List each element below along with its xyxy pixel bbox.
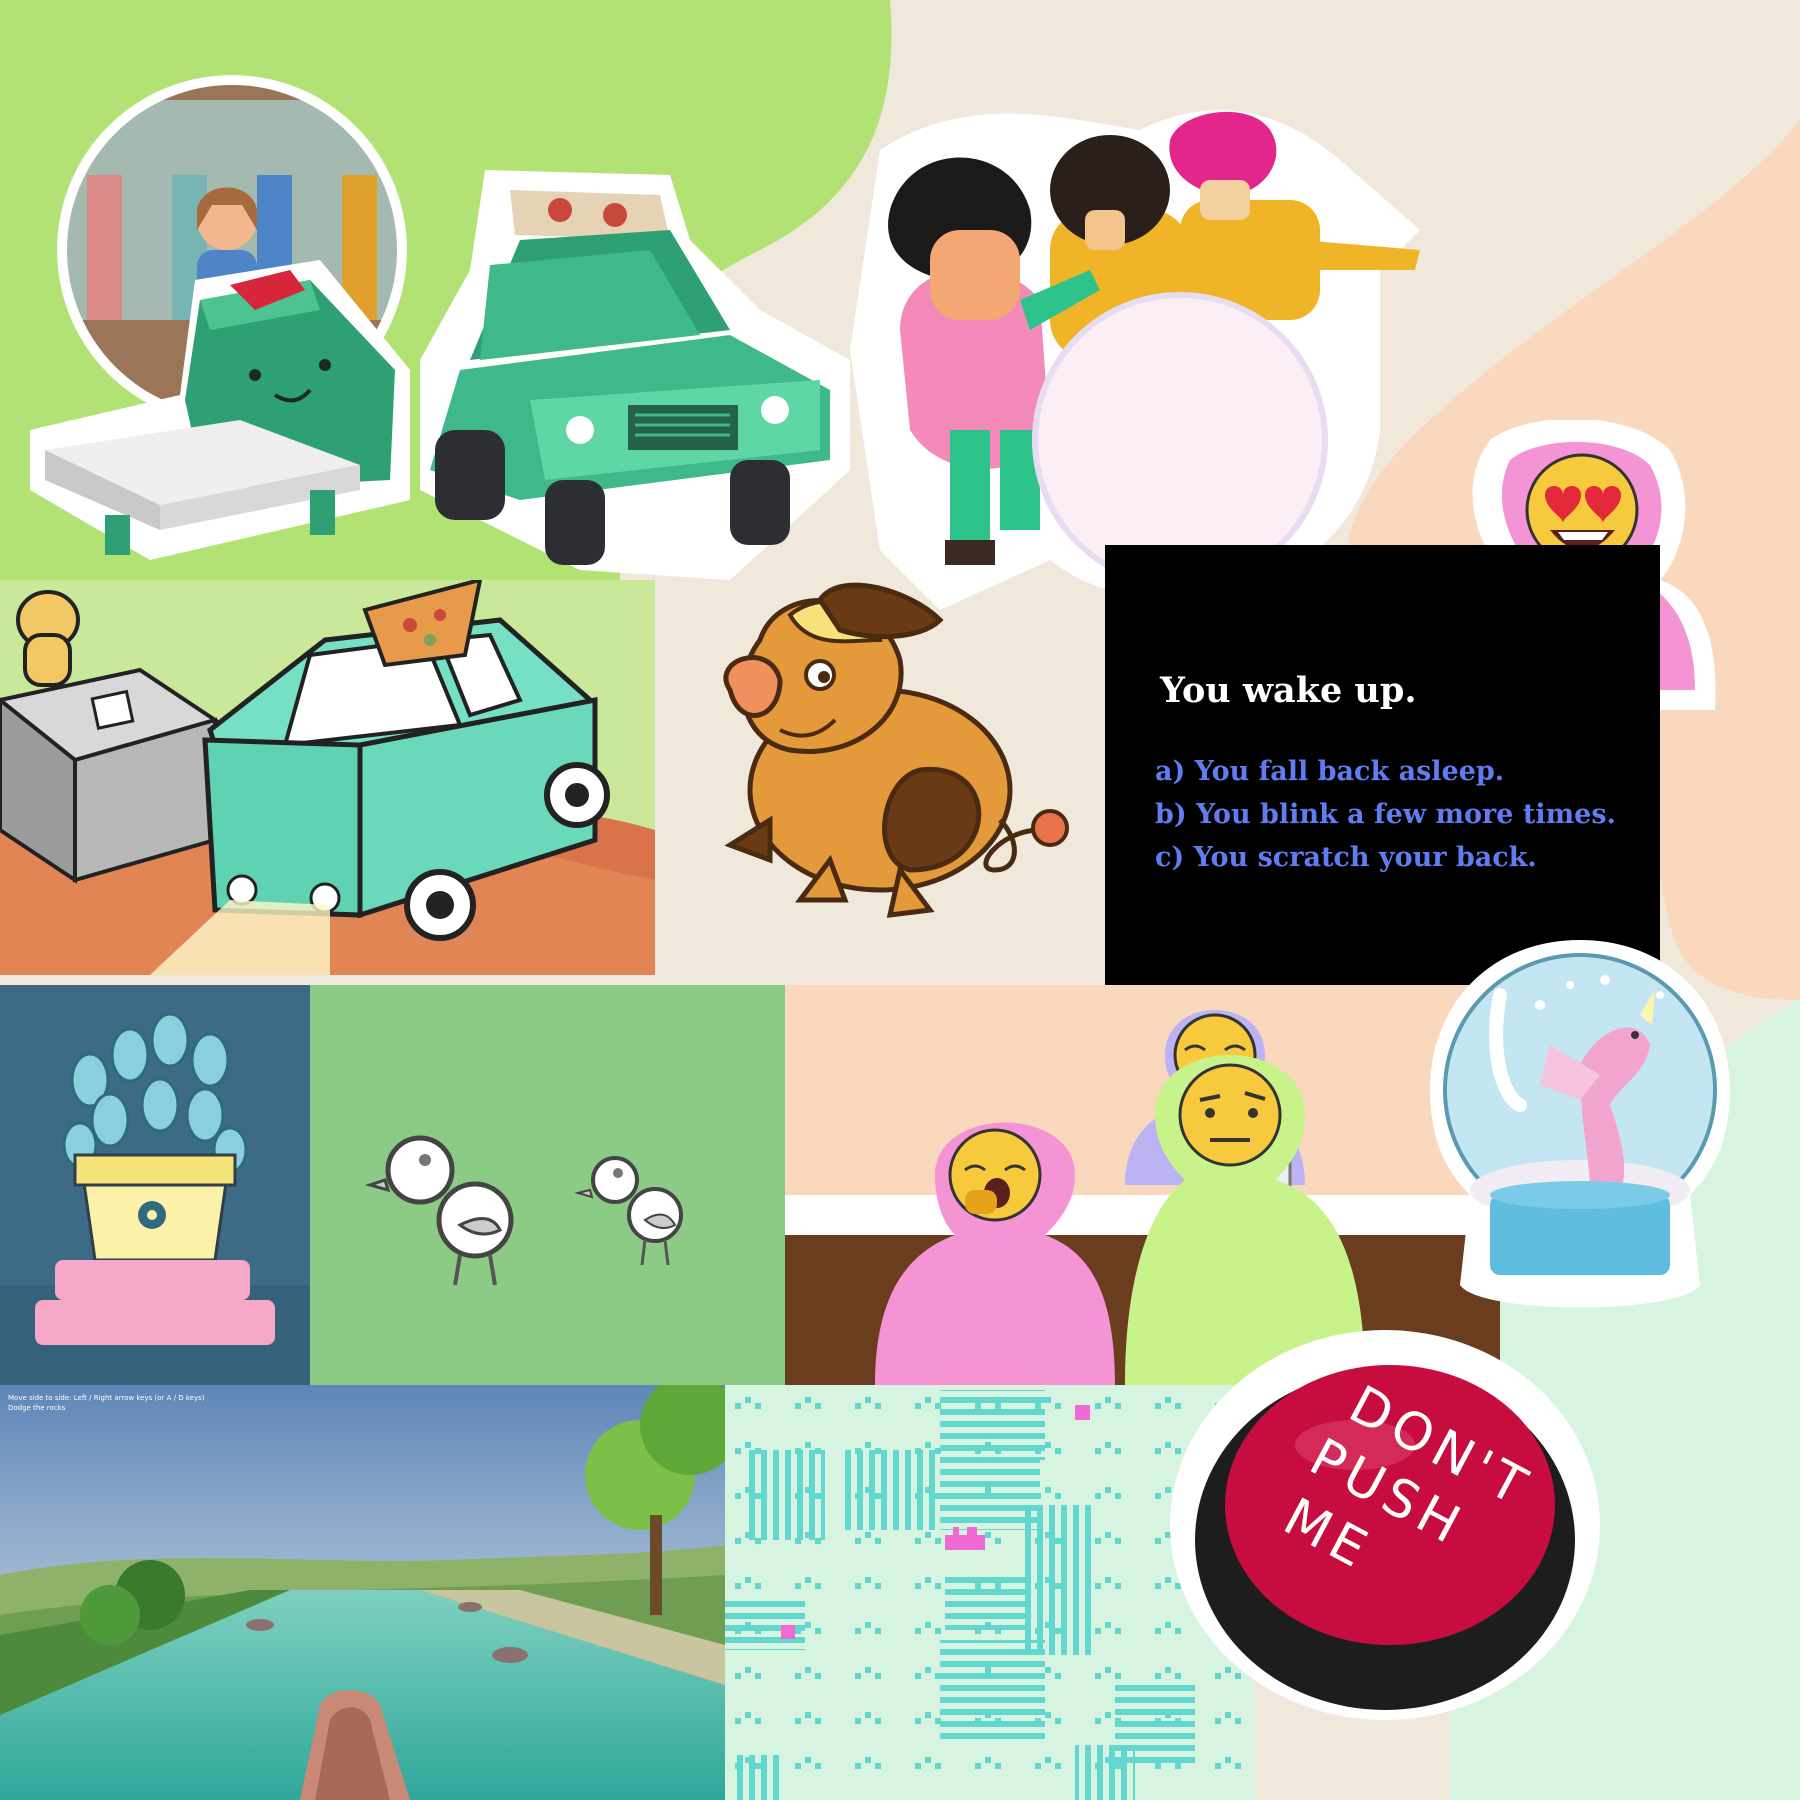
instruction-dodge: Dodge the rocks bbox=[8, 1404, 66, 1412]
text-adventure-panel: You wake up. a) You fall back asleep. b)… bbox=[1105, 545, 1660, 985]
choice-c[interactable]: c) You scratch your back. bbox=[1155, 836, 1616, 879]
story-heading: You wake up. bbox=[1160, 670, 1417, 711]
bird-large bbox=[364, 1135, 514, 1286]
robot-pizza-box-sticker bbox=[20, 230, 440, 570]
choice-a[interactable]: a) You fall back asleep. bbox=[1155, 750, 1616, 793]
unicorn-snow-globe-sticker bbox=[1430, 935, 1730, 1315]
snowball bbox=[1032, 292, 1328, 588]
potted-plant-tile bbox=[0, 985, 310, 1385]
game-collage: You wake up. a) You fall back asleep. b)… bbox=[0, 0, 1800, 1800]
bird-small bbox=[574, 1156, 683, 1266]
river-instructions: Move side to side: Left / Right arrow ke… bbox=[8, 1393, 204, 1413]
pizza-car-drawing bbox=[0, 580, 655, 975]
pig-dog-doodle bbox=[670, 580, 1090, 960]
instruction-move: Move side to side: Left / Right arrow ke… bbox=[8, 1394, 205, 1402]
dont-push-me-button-sticker[interactable]: DON'T PUSH ME bbox=[1165, 1325, 1605, 1725]
river-boat-3d-scene: Move side to side: Left / Right arrow ke… bbox=[0, 1385, 725, 1800]
choice-b[interactable]: b) You blink a few more times. bbox=[1155, 793, 1616, 836]
pizza-delivery-truck-sticker bbox=[400, 160, 870, 590]
story-choices: a) You fall back asleep. b) You blink a … bbox=[1155, 750, 1616, 879]
two-birds-tile bbox=[310, 985, 785, 1385]
